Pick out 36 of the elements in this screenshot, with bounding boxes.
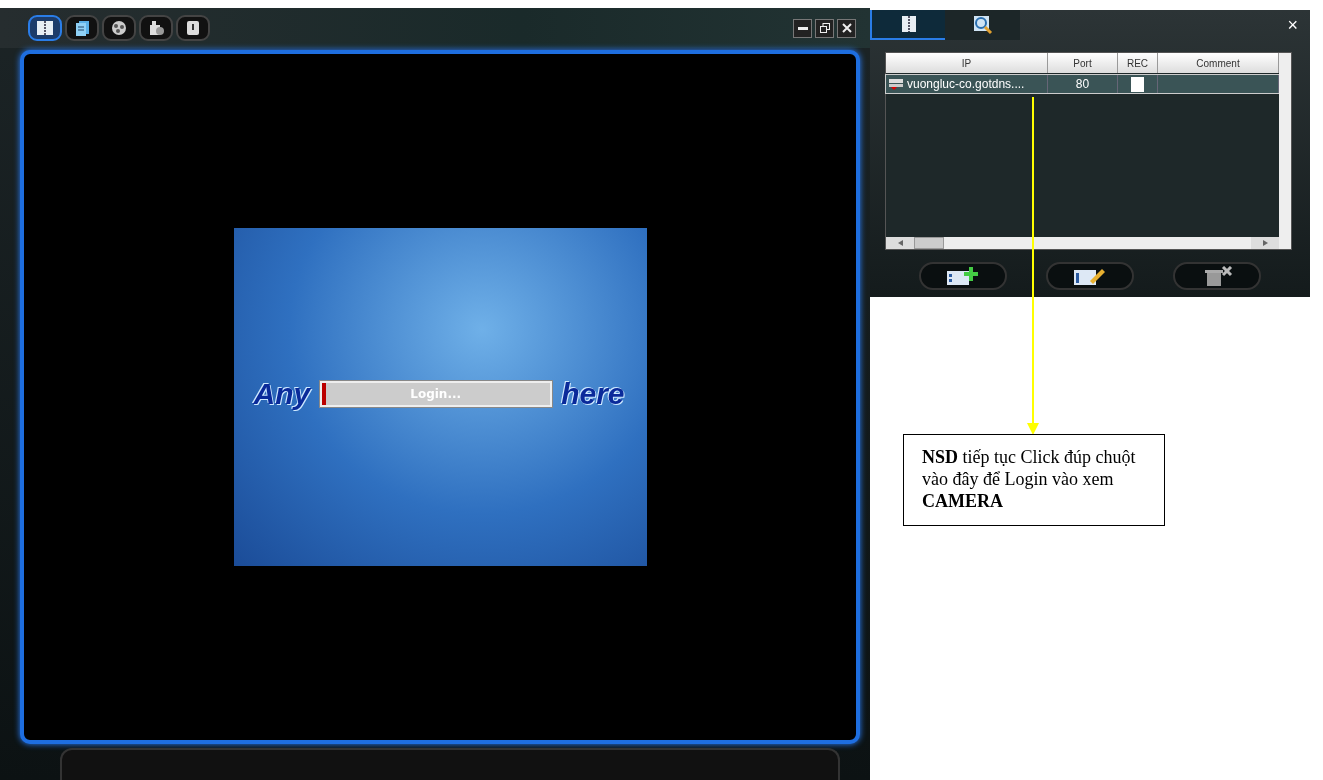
add-device-button[interactable] <box>919 262 1008 290</box>
horizontal-scrollbar[interactable] <box>886 237 1279 249</box>
restore-icon <box>819 23 830 33</box>
list-pencil-icon <box>1074 266 1106 286</box>
vertical-scrollbar[interactable] <box>1279 53 1291 249</box>
callout-text: NSD tiếp tục Click đúp chuột vào đây để Login vào xem CAMERA <box>903 434 1165 526</box>
close-button[interactable] <box>837 18 856 38</box>
toolbar-tab[interactable] <box>28 15 62 41</box>
panel-tab[interactable] <box>870 10 945 40</box>
close-button[interactable]: × <box>1275 14 1310 36</box>
film-reel-icon <box>110 20 128 36</box>
toolbar-tab[interactable] <box>176 15 210 41</box>
delete-device-button[interactable] <box>1172 262 1261 290</box>
book-icon <box>899 15 918 33</box>
book-icon <box>36 20 54 36</box>
close-icon <box>841 23 852 33</box>
list-plus-icon <box>947 266 980 286</box>
toolbar-tab[interactable] <box>65 15 99 41</box>
server-icon <box>888 78 904 90</box>
scroll-thumb[interactable] <box>914 237 944 249</box>
edit-device-button[interactable] <box>1046 262 1134 290</box>
checkbox[interactable] <box>1131 76 1144 92</box>
document-icon <box>73 20 91 36</box>
splash-text: here <box>561 377 625 411</box>
toolbar-tab[interactable] <box>102 15 136 41</box>
table-cell: 80 <box>1048 75 1118 93</box>
splash-text: Any <box>253 377 311 411</box>
search-icon <box>972 15 993 35</box>
table-row[interactable]: vuongluc-co.gotdns.... 80 <box>886 75 1279 93</box>
panel-tab[interactable] <box>945 10 1020 40</box>
toolbar-tab[interactable] <box>139 15 173 41</box>
restore-button[interactable] <box>815 18 834 38</box>
scroll-left-icon <box>897 240 903 246</box>
scroll-right-icon <box>1262 240 1268 246</box>
minimize-button[interactable] <box>793 18 812 38</box>
table-cell: vuongluc-co.gotdns.... <box>907 77 1025 91</box>
